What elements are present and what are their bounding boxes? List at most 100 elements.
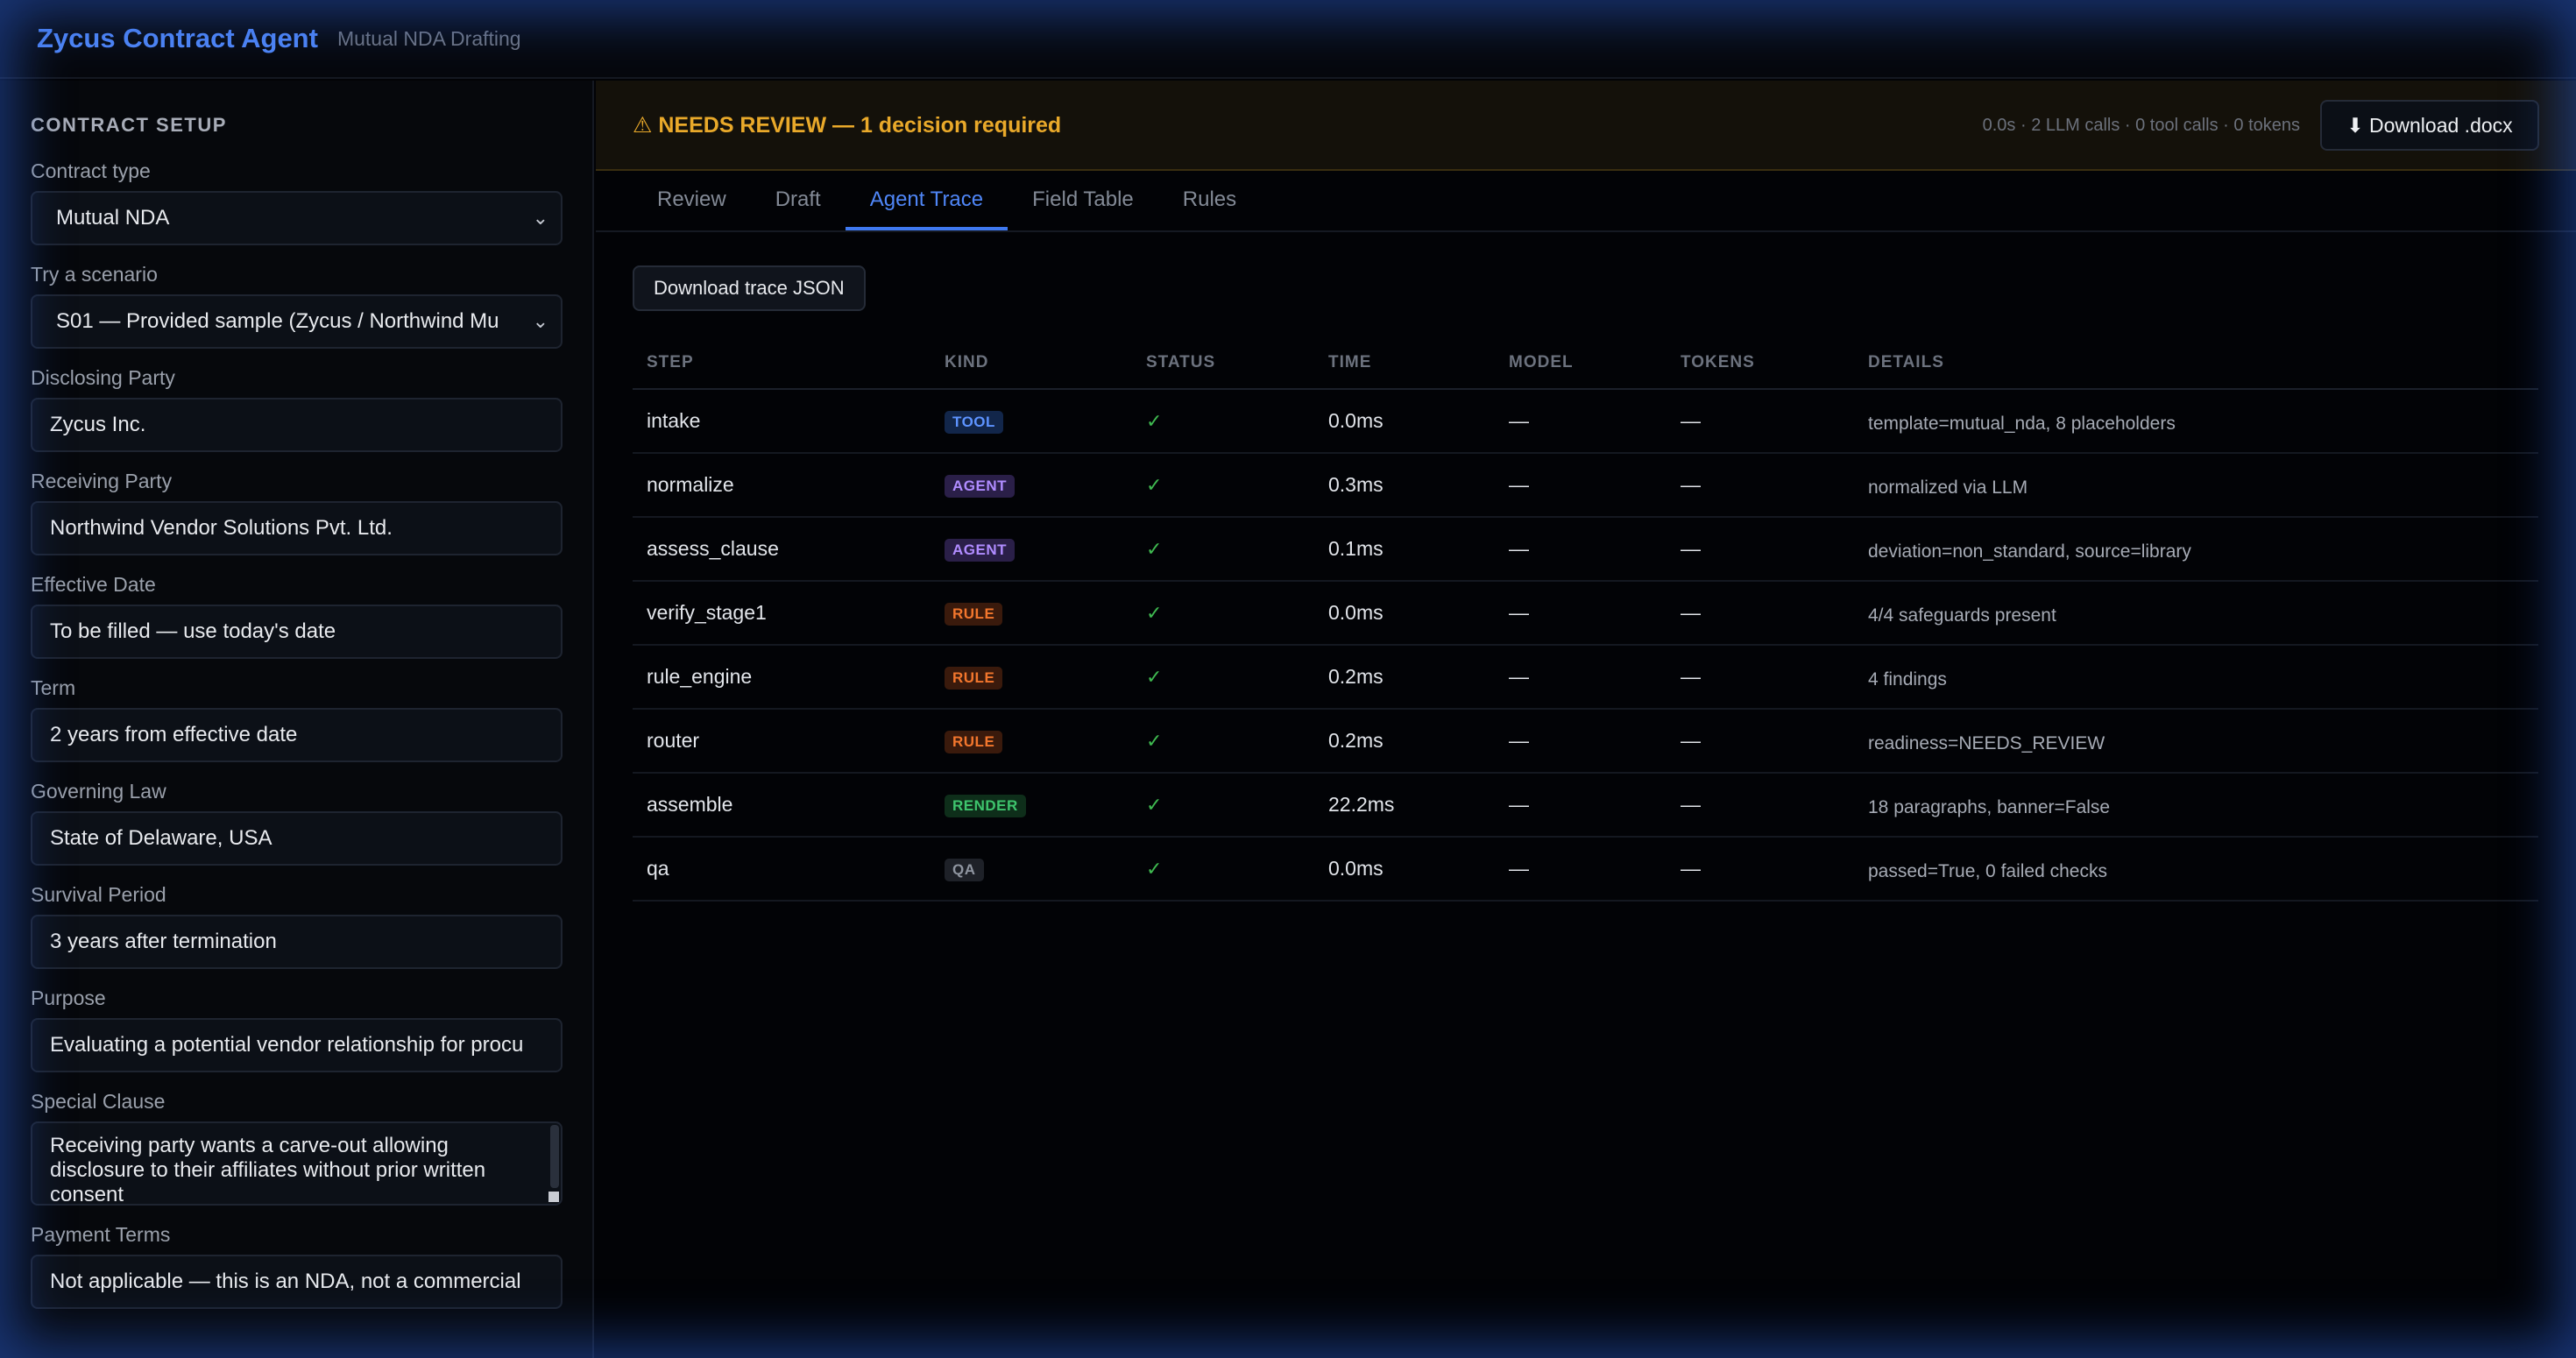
top-bar: Zycus Contract Agent Mutual NDA Drafting [0, 0, 2576, 79]
step-cell: assess_clause [633, 517, 931, 582]
agent-trace-panel: Download trace JSON STEP KIND STATUS TIM… [596, 232, 2576, 902]
table-row: assess_clause AGENT ✓ 0.1ms — — deviatio… [633, 517, 2538, 582]
step-cell: assemble [633, 773, 931, 838]
table-row: verify_stage1 RULE ✓ 0.0ms — — 4/4 safeg… [633, 581, 2538, 646]
kind-badge: AGENT [945, 475, 1015, 498]
kind-cell: RULE [931, 709, 1132, 774]
table-row: rule_engine RULE ✓ 0.2ms — — 4 findings [633, 645, 2538, 710]
trace-table: STEP KIND STATUS TIME MODEL TOKENS DETAI… [633, 337, 2538, 902]
table-row: intake TOOL ✓ 0.0ms — — template=mutual_… [633, 389, 2538, 454]
contract-type-select[interactable]: Mutual NDA ⌄ [31, 191, 563, 245]
tokens-cell: — [1667, 645, 1854, 710]
status-check-icon: ✓ [1132, 837, 1314, 902]
chevron-down-icon: ⌄ [532, 207, 548, 229]
details-cell: 4 findings [1854, 645, 2538, 710]
column-header-kind: KIND [931, 337, 1132, 390]
download-trace-json-button[interactable]: Download trace JSON [633, 265, 866, 311]
receiving-party-field: Receiving Party Northwind Vendor Solutio… [31, 466, 563, 555]
disclosing-party-field: Disclosing Party Zycus Inc. [31, 363, 563, 452]
scenario-value: S01 — Provided sample (Zycus / Northwind… [56, 309, 499, 333]
survival-period-field: Survival Period 3 years after terminatio… [31, 880, 563, 969]
status-check-icon: ✓ [1132, 453, 1314, 518]
model-cell: — [1495, 773, 1667, 838]
special-clause-textarea[interactable]: Receiving party wants a carve-out allowi… [31, 1121, 563, 1206]
term-label: Term [31, 676, 76, 699]
model-cell: — [1495, 517, 1667, 582]
tab-bar: Review Draft Agent Trace Field Table Rul… [596, 171, 2576, 232]
payment-terms-input[interactable]: Not applicable — this is an NDA, not a c… [31, 1255, 563, 1309]
tab-rules[interactable]: Rules [1158, 171, 1261, 230]
purpose-input[interactable]: Evaluating a potential vendor relationsh… [31, 1018, 563, 1072]
kind-cell: RENDER [931, 773, 1132, 838]
tokens-cell: — [1667, 453, 1854, 518]
term-field: Term 2 years from effective date [31, 673, 563, 762]
tab-agent-trace[interactable]: Agent Trace [845, 171, 1008, 230]
table-row: normalize AGENT ✓ 0.3ms — — normalized v… [633, 453, 2538, 518]
run-stats: 0.0s · 2 LLM calls · 0 tool calls · 0 to… [1982, 116, 2300, 135]
details-cell: 4/4 safeguards present [1854, 581, 2538, 646]
governing-law-field: Governing Law State of Delaware, USA [31, 776, 563, 866]
governing-law-input[interactable]: State of Delaware, USA [31, 811, 563, 866]
column-header-time: TIME [1314, 337, 1495, 390]
table-row: qa QA ✓ 0.0ms — — passed=True, 0 failed … [633, 837, 2538, 902]
payment-terms-label: Payment Terms [31, 1223, 171, 1246]
purpose-label: Purpose [31, 987, 106, 1009]
special-clause-field: Special Clause Receiving party wants a c… [31, 1086, 563, 1206]
resize-handle-icon[interactable] [548, 1192, 559, 1202]
step-cell: rule_engine [633, 645, 931, 710]
step-cell: normalize [633, 453, 931, 518]
model-cell: — [1495, 581, 1667, 646]
step-cell: qa [633, 837, 931, 902]
time-cell: 0.0ms [1314, 581, 1495, 646]
status-check-icon: ✓ [1132, 389, 1314, 454]
details-cell: normalized via LLM [1854, 453, 2538, 518]
details-cell: readiness=NEEDS_REVIEW [1854, 709, 2538, 774]
survival-period-input[interactable]: 3 years after termination [31, 915, 563, 969]
tab-review[interactable]: Review [633, 171, 751, 230]
status-check-icon: ✓ [1132, 709, 1314, 774]
contract-setup-sidebar: CONTRACT SETUP Contract type Mutual NDA … [0, 81, 594, 1358]
kind-cell: AGENT [931, 453, 1132, 518]
special-clause-value: Receiving party wants a carve-out allowi… [50, 1134, 486, 1206]
column-header-status: STATUS [1132, 337, 1314, 390]
kind-cell: RULE [931, 581, 1132, 646]
scenario-select[interactable]: S01 — Provided sample (Zycus / Northwind… [31, 294, 563, 349]
table-header-row: STEP KIND STATUS TIME MODEL TOKENS DETAI… [633, 337, 2538, 390]
column-header-details: DETAILS [1854, 337, 2538, 390]
special-clause-label: Special Clause [31, 1090, 166, 1113]
download-docx-button[interactable]: ⬇ Download .docx [2320, 100, 2539, 151]
step-cell: intake [633, 389, 931, 454]
status-check-icon: ✓ [1132, 645, 1314, 710]
contract-type-value: Mutual NDA [56, 206, 170, 230]
contract-type-field: Contract type Mutual NDA ⌄ [31, 156, 563, 245]
effective-date-field: Effective Date To be filled — use today'… [31, 569, 563, 659]
disclosing-party-input[interactable]: Zycus Inc. [31, 398, 563, 452]
receiving-party-input[interactable]: Northwind Vendor Solutions Pvt. Ltd. [31, 501, 563, 555]
tokens-cell: — [1667, 709, 1854, 774]
model-cell: — [1495, 453, 1667, 518]
scenario-field: Try a scenario S01 — Provided sample (Zy… [31, 259, 563, 349]
kind-badge: QA [945, 859, 984, 881]
tokens-cell: — [1667, 389, 1854, 454]
status-check-icon: ✓ [1132, 773, 1314, 838]
tab-field-table[interactable]: Field Table [1008, 171, 1158, 230]
kind-badge: RULE [945, 603, 1003, 626]
column-header-model: MODEL [1495, 337, 1667, 390]
time-cell: 0.1ms [1314, 517, 1495, 582]
tokens-cell: — [1667, 517, 1854, 582]
textarea-scrollbar[interactable] [550, 1125, 559, 1188]
kind-badge: TOOL [945, 411, 1003, 434]
kind-cell: AGENT [931, 517, 1132, 582]
kind-badge: RULE [945, 667, 1003, 690]
app-subtitle: Mutual NDA Drafting [336, 26, 521, 50]
tokens-cell: — [1667, 837, 1854, 902]
effective-date-input[interactable]: To be filled — use today's date [31, 605, 563, 659]
details-cell: deviation=non_standard, source=library [1854, 517, 2538, 582]
model-cell: — [1495, 837, 1667, 902]
tab-draft[interactable]: Draft [751, 171, 846, 230]
kind-badge: RULE [945, 731, 1003, 753]
term-input[interactable]: 2 years from effective date [31, 708, 563, 762]
survival-period-label: Survival Period [31, 883, 166, 906]
kind-badge: AGENT [945, 539, 1015, 562]
main-panel: ⚠ NEEDS REVIEW — 1 decision required 0.0… [596, 81, 2576, 1358]
